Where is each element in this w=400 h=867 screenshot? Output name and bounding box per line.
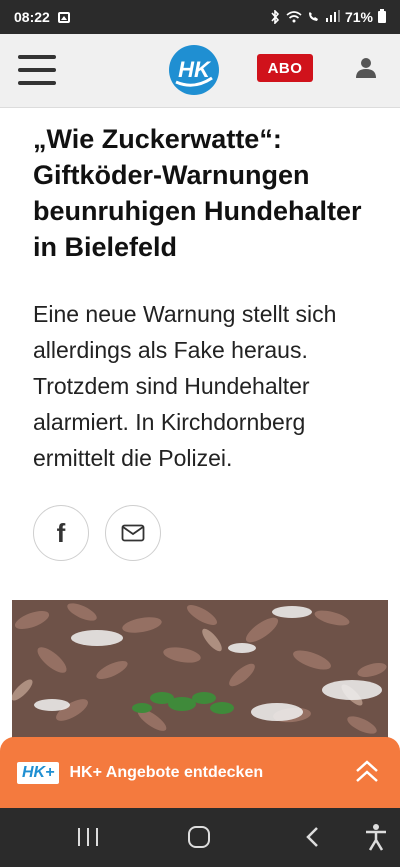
article-lead: Eine neue Warnung stellt sich allerdings…: [33, 301, 337, 471]
status-bar: 08:22 71%: [0, 0, 400, 34]
status-time: 08:22: [14, 9, 50, 25]
battery-icon: [378, 9, 386, 23]
abo-button[interactable]: ABO: [257, 54, 313, 82]
system-nav-bar: [0, 808, 400, 867]
mail-icon: [121, 524, 145, 542]
facebook-icon: f: [56, 517, 66, 548]
signal-icon: [325, 9, 340, 25]
logo-text: HK: [178, 57, 212, 82]
image-icon: [57, 11, 70, 23]
mail-share-button[interactable]: [105, 505, 161, 561]
hk-plus-badge: HK+: [17, 761, 60, 784]
wifi-icon: [286, 11, 302, 23]
promo-text: HK+ Angebote entdecken: [69, 763, 264, 781]
article-headline: „Wie Zuckerwatte“: Giftköder-Warnungen b…: [33, 124, 362, 262]
user-icon[interactable]: [354, 56, 378, 80]
status-icons: 71%: [269, 9, 386, 25]
home-icon[interactable]: [188, 826, 210, 848]
article-photo[interactable]: [12, 600, 388, 750]
hk-plus-promo-bar[interactable]: HK+ HK+ Angebote entdecken: [0, 737, 400, 808]
facebook-share-button[interactable]: f: [33, 505, 89, 561]
wifi-call-icon: [308, 12, 318, 21]
double-chevron-up-icon[interactable]: [354, 757, 380, 785]
battery-level: 71%: [344, 9, 373, 25]
accessibility-icon[interactable]: [364, 823, 388, 851]
recent-apps-icon[interactable]: [78, 828, 98, 846]
back-icon[interactable]: [303, 826, 321, 848]
menu-icon[interactable]: [18, 55, 56, 85]
hk-logo[interactable]: HK: [168, 44, 220, 96]
bluetooth-icon: [271, 10, 280, 24]
site-header: HK ABO: [0, 34, 400, 108]
